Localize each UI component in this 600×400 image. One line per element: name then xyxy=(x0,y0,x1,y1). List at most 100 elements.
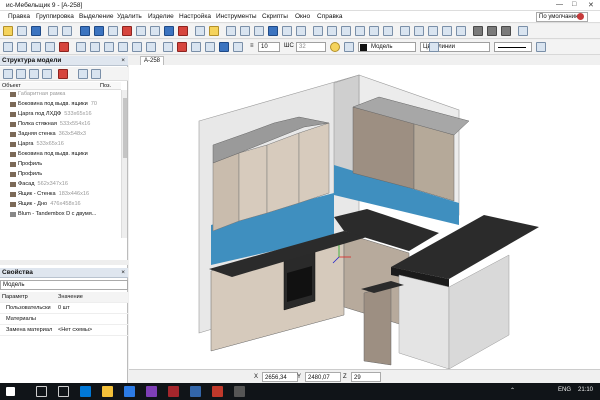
ruler-icon[interactable] xyxy=(209,26,219,36)
section-icon[interactable] xyxy=(205,42,215,52)
app2-icon[interactable] xyxy=(234,386,245,397)
render-icon[interactable] xyxy=(473,26,483,36)
tree-tool5-icon[interactable] xyxy=(58,69,68,79)
props-icon[interactable] xyxy=(536,42,546,52)
tree-tool1-icon[interactable] xyxy=(3,69,13,79)
panel2-icon[interactable] xyxy=(240,26,250,36)
close-icon[interactable]: ✕ xyxy=(588,1,594,9)
menu-help[interactable]: Справка xyxy=(317,13,343,20)
coord-x-field[interactable]: 2656,34 xyxy=(262,372,298,382)
render2-icon[interactable] xyxy=(487,26,497,36)
col-pos[interactable]: Поз. xyxy=(100,83,111,89)
menu-delete[interactable]: Удалить xyxy=(117,13,142,20)
a3-app-icon[interactable] xyxy=(168,386,179,397)
properties-selector[interactable]: Модель xyxy=(0,280,128,290)
dots-icon[interactable] xyxy=(136,26,146,36)
align2-icon[interactable] xyxy=(90,42,100,52)
tree-item[interactable]: Габаритная рамка xyxy=(0,90,121,99)
tree-tool4-icon[interactable] xyxy=(42,69,52,79)
tree-tool6-icon[interactable] xyxy=(78,69,88,79)
box-icon[interactable] xyxy=(313,26,323,36)
hardware4-icon[interactable] xyxy=(442,26,452,36)
move-icon[interactable] xyxy=(3,42,13,52)
box5-icon[interactable] xyxy=(369,26,379,36)
snap-icon[interactable] xyxy=(150,26,160,36)
col-object[interactable]: Объект xyxy=(2,83,21,89)
line-width-field[interactable]: 10 xyxy=(258,42,280,52)
tree-item[interactable]: Царга 533x65x16 xyxy=(0,140,121,149)
search-icon[interactable] xyxy=(36,386,47,397)
store-icon[interactable] xyxy=(124,386,135,397)
explorer-icon[interactable] xyxy=(102,386,113,397)
rotate-icon[interactable] xyxy=(17,42,27,52)
box3-icon[interactable] xyxy=(341,26,351,36)
align3-icon[interactable] xyxy=(104,42,114,52)
menu-product[interactable]: Изделие xyxy=(148,13,174,20)
menu-group[interactable]: Группировка xyxy=(36,13,74,20)
menu-edit[interactable]: Правка xyxy=(8,13,30,20)
tree-item[interactable]: Ящик - Стенка 183x446x16 xyxy=(0,190,121,199)
tree-item[interactable]: Ящик - Дно 476x458x16 xyxy=(0,200,121,209)
open-icon[interactable] xyxy=(3,26,13,36)
box2-icon[interactable] xyxy=(327,26,337,36)
task-view-icon[interactable] xyxy=(58,386,69,397)
align5-icon[interactable] xyxy=(132,42,142,52)
new-icon[interactable] xyxy=(17,26,27,36)
edge-icon[interactable] xyxy=(80,386,91,397)
table-row[interactable]: Замена материал <Нет схемы> xyxy=(0,325,128,336)
box6-icon[interactable] xyxy=(383,26,393,36)
drawer-icon[interactable] xyxy=(296,26,306,36)
tree-hscrollbar[interactable] xyxy=(0,260,128,265)
dim2-icon[interactable] xyxy=(191,42,201,52)
menu-window[interactable]: Окно xyxy=(295,13,310,20)
tree-tool3-icon[interactable] xyxy=(29,69,39,79)
undo-icon[interactable] xyxy=(48,26,58,36)
pencil-icon[interactable] xyxy=(195,26,205,36)
tree-item[interactable]: Царга под ЛХДФ 533x65x16 xyxy=(0,110,121,119)
save-icon[interactable] xyxy=(31,26,41,36)
dim-icon[interactable] xyxy=(177,42,187,52)
tray-icons[interactable]: ⌃ xyxy=(510,387,515,394)
align-icon[interactable] xyxy=(76,42,86,52)
render3-icon[interactable] xyxy=(501,26,511,36)
hardware-icon[interactable] xyxy=(400,26,410,36)
u-magnet-icon[interactable] xyxy=(178,26,188,36)
camera-icon[interactable] xyxy=(219,42,229,52)
cursor-icon[interactable] xyxy=(164,26,174,36)
hardware5-icon[interactable] xyxy=(456,26,466,36)
coord-z-field[interactable]: 29 xyxy=(351,372,381,382)
color-picker-icon[interactable] xyxy=(344,42,354,52)
table-row[interactable]: Материалы xyxy=(0,314,128,325)
align6-icon[interactable] xyxy=(146,42,156,52)
tree-scrollbar[interactable] xyxy=(121,90,127,238)
panel-icon[interactable] xyxy=(226,26,236,36)
light-icon[interactable] xyxy=(233,42,243,52)
table-row[interactable]: Пользовательски 0 шт xyxy=(0,303,128,314)
tree-item[interactable]: Боковина под выдв. ящики xyxy=(0,150,121,159)
mirror-icon[interactable] xyxy=(31,42,41,52)
maximize-button[interactable]: □ xyxy=(572,1,576,8)
windows-start-icon[interactable] xyxy=(6,387,15,396)
menu-tools[interactable]: Инструменты xyxy=(216,13,257,20)
view-front-icon[interactable] xyxy=(80,26,90,36)
language-indicator[interactable]: ENG xyxy=(558,387,571,393)
tree-item[interactable]: Профиль xyxy=(0,160,121,169)
measure-icon[interactable] xyxy=(163,42,173,52)
redo-icon[interactable] xyxy=(62,26,72,36)
properties-close-icon[interactable]: × xyxy=(121,268,125,278)
tree-tool7-icon[interactable] xyxy=(91,69,101,79)
hardware2-icon[interactable] xyxy=(414,26,424,36)
tree-tool2-icon[interactable] xyxy=(16,69,26,79)
panel-close-icon[interactable]: × xyxy=(121,56,125,66)
tree-item[interactable]: Задняя стенка 363x548x3 xyxy=(0,130,121,139)
app-icon[interactable] xyxy=(146,386,157,397)
report-icon[interactable] xyxy=(518,26,528,36)
door-icon[interactable] xyxy=(282,26,292,36)
tree-item[interactable]: Blum - Tandembox D с двумя... xyxy=(0,210,121,219)
step-field[interactable]: 32 xyxy=(296,42,326,52)
tree-item[interactable]: Фасад 562x347x16 xyxy=(0,180,121,189)
menu-settings[interactable]: Настройка xyxy=(179,13,211,20)
align4-icon[interactable] xyxy=(118,42,128,52)
shelf-icon[interactable] xyxy=(268,26,278,36)
box4-icon[interactable] xyxy=(355,26,365,36)
